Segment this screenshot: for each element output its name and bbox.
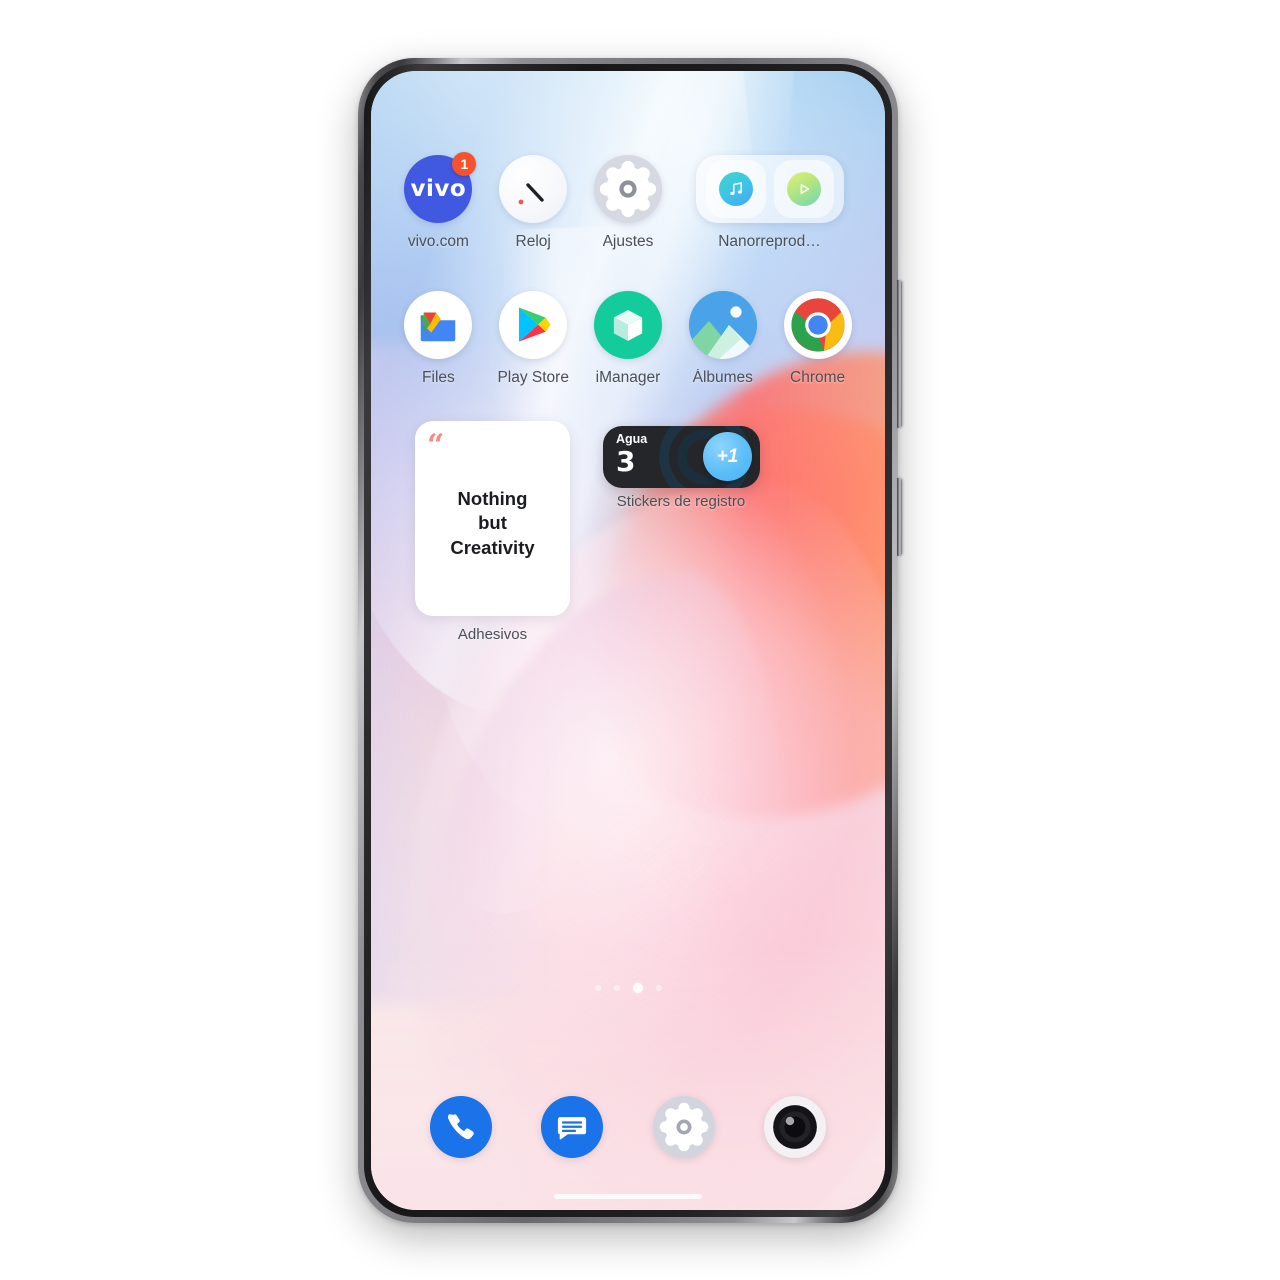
dock-bar bbox=[371, 1096, 885, 1158]
clock-icon bbox=[499, 155, 568, 223]
dock-item-camera[interactable] bbox=[764, 1096, 827, 1158]
dock-item-phone[interactable] bbox=[429, 1096, 492, 1158]
app-label: vivo.com bbox=[407, 233, 469, 250]
phone-device-frame: vivo 1 vivo.com Reloj Ajustes Nanorrepro… bbox=[358, 58, 902, 1223]
app-label: Nanorreproductor... bbox=[718, 233, 823, 250]
video-player-app-icon bbox=[787, 172, 822, 206]
home-screen: vivo 1 vivo.com Reloj Ajustes Nanorrepro… bbox=[371, 71, 885, 1210]
app-icon-albumes[interactable]: Álbumes bbox=[675, 291, 770, 386]
settings-gear-icon bbox=[659, 1102, 709, 1152]
files-icon bbox=[404, 291, 473, 359]
page-indicator bbox=[371, 983, 885, 993]
imanager-cube-svg bbox=[613, 310, 643, 341]
app-label: Play Store bbox=[497, 369, 569, 386]
folder-slot-music[interactable] bbox=[706, 160, 767, 218]
settings-icon-wrap bbox=[593, 155, 662, 223]
vivo-icon-wrap: vivo 1 bbox=[404, 152, 477, 223]
app-label: Ajustes bbox=[602, 233, 654, 250]
chrome-icon bbox=[783, 291, 852, 359]
app-label: Reloj bbox=[515, 233, 551, 250]
app-icon-play-store[interactable]: Play Store bbox=[486, 291, 581, 386]
music-note-icon bbox=[730, 182, 743, 196]
screenshot-canvas: vivo 1 vivo.com Reloj Ajustes Nanorrepro… bbox=[0, 0, 1280, 1280]
sticky-note-widget[interactable]: “ Nothing but Creativity bbox=[415, 421, 570, 616]
water-tracker-widget-label: Stickers de registro bbox=[616, 493, 746, 510]
imanager-icon-wrap bbox=[593, 291, 662, 359]
vivo-wordmark: vivo bbox=[410, 176, 467, 202]
quote-mark-icon: “ bbox=[427, 428, 445, 463]
albums-icon bbox=[688, 291, 757, 359]
play-store-icon bbox=[499, 291, 568, 359]
notification-badge: 1 bbox=[452, 152, 477, 176]
app-icon-chrome[interactable]: Chrome bbox=[770, 291, 865, 386]
app-label: iManager bbox=[595, 369, 661, 386]
app-row-2: Files Play Store iManager Álbumes Chrome bbox=[371, 291, 885, 386]
page-dot-3-active[interactable] bbox=[632, 983, 643, 993]
home-gesture-bar[interactable] bbox=[554, 1194, 702, 1199]
app-icon-imanager[interactable]: iManager bbox=[581, 291, 676, 386]
sticky-note-widget-label: Adhesivos bbox=[457, 626, 528, 643]
albums-icon-wrap bbox=[688, 291, 757, 359]
app-label: Chrome bbox=[790, 369, 846, 386]
app-label: Álbumes bbox=[692, 369, 753, 386]
clock-face-svg bbox=[518, 183, 544, 205]
clock-icon-wrap bbox=[499, 155, 568, 223]
chrome-icon-wrap bbox=[783, 291, 852, 359]
app-folder-nanorreproductor[interactable]: Nanorreproductor... bbox=[675, 155, 865, 250]
app-label: Files bbox=[422, 369, 455, 386]
page-dot-4[interactable] bbox=[655, 985, 662, 991]
sticky-note-text: Nothing but Creativity bbox=[450, 487, 535, 558]
dock-item-messages[interactable] bbox=[541, 1096, 604, 1158]
camera-icon bbox=[773, 1105, 818, 1149]
app-icon-ajustes[interactable]: Ajustes bbox=[581, 155, 676, 250]
gear-flower-svg bbox=[599, 160, 657, 218]
play-store-icon-wrap bbox=[499, 291, 568, 359]
water-tracker-texts: Agua 3 bbox=[616, 432, 647, 478]
phone-icon bbox=[447, 1114, 474, 1140]
power-button[interactable] bbox=[897, 478, 902, 556]
message-icon bbox=[558, 1117, 587, 1140]
water-tracker-value: 3 bbox=[616, 444, 636, 478]
volume-rocker-button[interactable] bbox=[897, 280, 902, 428]
page-dot-2[interactable] bbox=[613, 985, 620, 991]
play-triangle-icon bbox=[800, 184, 810, 194]
phone-screen: vivo 1 vivo.com Reloj Ajustes Nanorrepro… bbox=[371, 71, 885, 1210]
folder-slot-video[interactable] bbox=[774, 160, 835, 218]
folder-icon bbox=[696, 155, 845, 223]
water-increment-button[interactable]: +1 bbox=[703, 432, 752, 481]
dock-item-settings[interactable] bbox=[652, 1096, 715, 1158]
app-icon-files[interactable]: Files bbox=[391, 291, 486, 386]
files-icon-wrap bbox=[404, 291, 473, 359]
files-glyph-svg bbox=[421, 312, 456, 342]
app-icon-reloj[interactable]: Reloj bbox=[486, 155, 581, 250]
imanager-icon bbox=[593, 291, 662, 359]
page-dot-1[interactable] bbox=[594, 985, 601, 991]
water-tracker-widget[interactable]: Agua 3 +1 bbox=[603, 426, 760, 488]
chrome-glyph-svg bbox=[790, 298, 845, 352]
settings-gear-icon bbox=[593, 155, 662, 223]
play-store-glyph-svg bbox=[519, 307, 551, 342]
albums-landscape-svg bbox=[688, 291, 757, 359]
app-icon-vivo-com[interactable]: vivo 1 vivo.com bbox=[391, 152, 486, 250]
app-row-1: vivo 1 vivo.com Reloj Ajustes Nanorrepro… bbox=[371, 152, 885, 250]
music-app-icon bbox=[719, 172, 754, 206]
